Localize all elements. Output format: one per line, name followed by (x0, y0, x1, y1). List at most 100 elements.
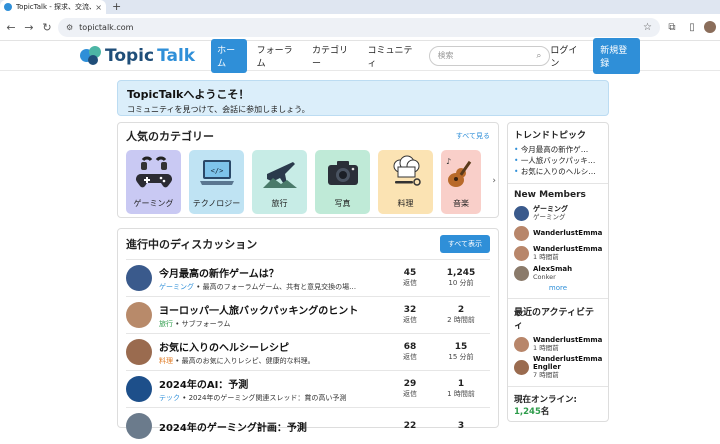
reload-icon[interactable]: ↻ (40, 21, 54, 34)
address-bar[interactable]: ⚙ topictalk.com ☆ (58, 17, 660, 37)
search-input[interactable]: 検索 ⌕ (428, 45, 551, 66)
reply-count: 45 (403, 268, 417, 278)
reply-label: 返信 (403, 390, 417, 398)
view-count: 15 (454, 342, 468, 352)
category-card-music[interactable]: ♪ 音楽 (441, 150, 481, 214)
member-name: AlexSmah (533, 265, 573, 273)
chevron-right-icon[interactable]: › (492, 176, 496, 186)
welcome-banner: TopicTalkへようこそ！ コミュニティを見つけて、会話に参加しましょう。 (117, 80, 609, 116)
nav-home[interactable]: ホーム (211, 38, 247, 73)
category-label: 旅行 (271, 199, 288, 208)
right-sidebar: トレンドトピック 今月最高の新作ゲ… 一人旅バックパッキ… お気に入りのヘルシ…… (507, 122, 609, 422)
site-info-icon[interactable]: ⚙ (66, 23, 73, 32)
discussion-row[interactable]: 今月最高の新作ゲームは？ ゲーミング • 最高のフォーラムゲーム、共有と意見交換… (126, 259, 490, 296)
see-all-link[interactable]: すべて見る (456, 131, 490, 141)
discussion-title[interactable]: ヨーロッパ一人旅バックパッキングのヒント (159, 302, 388, 317)
reply-count: 29 (403, 379, 417, 389)
discussion-category[interactable]: テック (159, 394, 180, 402)
trending-item[interactable]: 今月最高の新作ゲ… (514, 144, 602, 155)
show-all-button[interactable]: すべて表示 (439, 235, 490, 253)
discussion-title[interactable]: 2024年のゲーミング計画：予測 (159, 419, 388, 434)
profile-avatar[interactable] (704, 21, 716, 33)
member-name: WanderlustEmma (533, 245, 603, 253)
online-count: 現在オンライン: 1,245名 (514, 393, 602, 417)
category-label: 写真 (334, 199, 351, 208)
member-name: WanderlustEmma (533, 229, 603, 237)
time-ago: 15 分前 (448, 353, 474, 361)
category-card-photo[interactable]: 写真 (315, 150, 370, 214)
signup-button[interactable]: 新規登録 (593, 37, 640, 74)
back-icon[interactable]: ← (4, 21, 18, 34)
category-label: 料理 (397, 199, 414, 208)
close-tab-icon[interactable]: × (95, 3, 102, 12)
search-placeholder: 検索 (437, 51, 454, 60)
online-number: 1,245 (514, 407, 541, 417)
avatar (514, 225, 529, 241)
avatar (514, 245, 529, 261)
category-card-tech[interactable]: </> テクノロジー (189, 150, 244, 214)
avatar (126, 376, 152, 402)
trending-item[interactable]: お気に入りのヘルシ… (514, 166, 602, 177)
member-item[interactable]: AlexSmah Conker (514, 263, 602, 283)
member-item[interactable]: WanderlustEmma 1 時間前 (514, 243, 602, 263)
sidebar-icon[interactable]: ▯ (684, 22, 700, 33)
site-logo[interactable]: Topic Talk (80, 45, 196, 66)
category-label: ゲーミング (133, 199, 174, 208)
category-card-gaming[interactable]: ゲーミング (126, 150, 181, 214)
site-header: Topic Talk ホーム フォーラム カテゴリー コミュニティ 検索 ⌕ ログ… (0, 37, 720, 74)
trending-item[interactable]: 一人旅バックパッキ… (514, 155, 602, 166)
category-label: 音楽 (453, 199, 469, 208)
discussion-desc: • 2024年のゲーミング関連スレッド：賞の高い予測 (180, 393, 347, 402)
airplane-icon (261, 154, 299, 192)
nav-categories[interactable]: カテゴリー (306, 39, 358, 73)
discussion-row[interactable]: 2024年のAI：予測 テック • 2024年のゲーミング関連スレッド：賞の高い… (126, 370, 490, 407)
online-label: 現在オンライン: (514, 395, 577, 405)
svg-text:♪: ♪ (446, 157, 451, 166)
discussion-title[interactable]: 今月最高の新作ゲームは？ (159, 265, 388, 280)
welcome-text: コミュニティを見つけて、会話に参加しましょう。 (127, 105, 310, 114)
discussion-title[interactable]: 2024年のAI：予測 (159, 376, 388, 391)
login-link[interactable]: ログイン (550, 43, 583, 69)
main-nav: ホーム フォーラム カテゴリー コミュニティ (211, 38, 421, 73)
view-count: 3 (457, 421, 465, 431)
activity-item[interactable]: WanderlustEmma Engller 7 時間前 (514, 354, 602, 380)
discussion-row[interactable]: ヨーロッパ一人旅バックパッキングのヒント 旅行 • サブフォーラム 32 返信 2… (126, 296, 490, 333)
forward-icon[interactable]: → (22, 21, 36, 34)
discussion-category[interactable]: 料理 (159, 357, 173, 365)
discussion-row[interactable]: お気に入りのヘルシーレシピ 料理 • 最高のお気に入りレシピ、健康的な料理。 6… (126, 333, 490, 370)
browser-tab[interactable]: TopicTalk - 探求、交流、... × (0, 0, 106, 14)
member-item[interactable]: ゲーミング ゲーミング (514, 203, 602, 223)
more-members-link[interactable]: more (514, 284, 602, 292)
new-tab-icon[interactable]: + (106, 0, 127, 14)
activity-item[interactable]: WanderlustEmma 1 時間前 (514, 334, 602, 354)
logo-text-talk: Talk (157, 45, 196, 66)
member-item[interactable]: WanderlustEmma (514, 223, 602, 243)
discussion-row[interactable]: 2024年のゲーミング計画：予測 22 3 (126, 407, 490, 444)
bookmark-star-icon[interactable]: ☆ (643, 22, 652, 33)
reply-label: 返信 (403, 316, 417, 324)
avatar (126, 339, 152, 365)
trending-list: 今月最高の新作ゲ… 一人旅バックパッキ… お気に入りのヘルシ… (514, 144, 602, 177)
search-icon[interactable]: ⌕ (536, 51, 541, 61)
discussion-category[interactable]: ゲーミング (159, 283, 194, 291)
categories-heading: 人気のカテゴリー (126, 130, 214, 143)
category-card-travel[interactable]: 旅行 (252, 150, 307, 214)
logo-bubbles-icon (80, 45, 102, 66)
member-name: ゲーミング (533, 205, 568, 213)
activity-name: WanderlustEmma Engller (533, 355, 603, 371)
discussion-title[interactable]: お気に入りのヘルシーレシピ (159, 339, 388, 354)
nav-forum[interactable]: フォーラム (251, 39, 302, 73)
category-card-cooking[interactable]: 料理 (378, 150, 433, 214)
discussion-category[interactable]: 旅行 (159, 320, 173, 328)
ongoing-discussions: 進行中のディスカッション すべて表示 今月最高の新作ゲームは？ ゲーミング • … (117, 228, 499, 439)
reply-count: 68 (403, 342, 417, 352)
svg-text:</>: </> (210, 167, 223, 175)
avatar (514, 359, 529, 375)
discussion-desc: • 最高のフォーラムゲーム、共有と意見交換の場… (194, 282, 357, 291)
nav-community[interactable]: コミュニティ (362, 39, 421, 73)
view-count: 1,245 (446, 268, 476, 278)
avatar (126, 413, 152, 439)
time-ago: 1 時間前 (447, 390, 475, 398)
extensions-icon[interactable]: ⧉ (664, 22, 680, 33)
tab-title: TopicTalk - 探求、交流、... (16, 3, 91, 11)
